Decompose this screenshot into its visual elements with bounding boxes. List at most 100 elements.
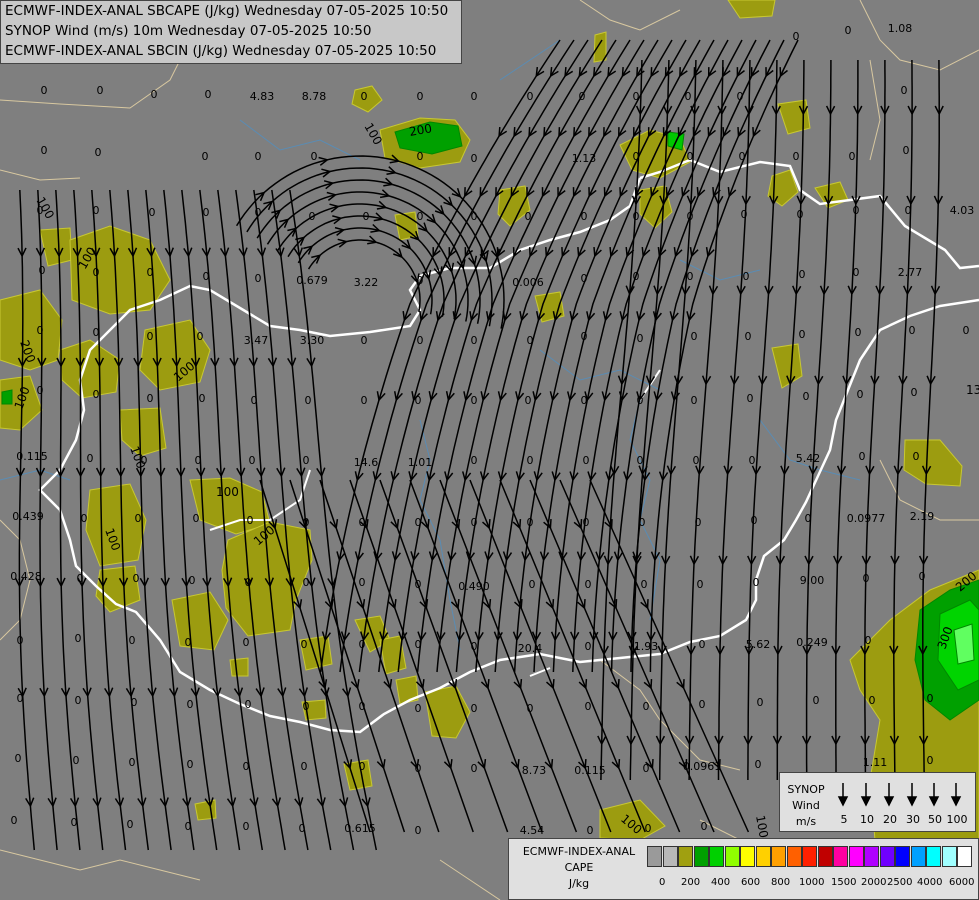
sbcin-value-label: 0 xyxy=(363,210,370,223)
sbcin-value-label: 0 xyxy=(202,150,209,163)
sbcin-value-label: 0 xyxy=(359,760,366,773)
sbcin-value-label: 0 xyxy=(757,696,764,709)
sbcin-value-label: 0 xyxy=(93,388,100,401)
sbcin-value-label: 0 xyxy=(185,820,192,833)
cape-color-swatch xyxy=(724,846,740,867)
sbcin-value-label: 0 xyxy=(583,454,590,467)
sbcin-value-label: 0 xyxy=(859,450,866,463)
cape-tick-label: 1500 xyxy=(831,877,857,888)
sbcin-value-label: 0 xyxy=(525,210,532,223)
cape-color-swatch xyxy=(693,846,709,867)
sbcin-value-label: 0 xyxy=(415,394,422,407)
sbcin-value-label: 0 xyxy=(243,760,250,773)
sbcin-value-label: 0 xyxy=(747,392,754,405)
sbcin-value-label: 0 xyxy=(193,512,200,525)
cape-color-swatch xyxy=(662,846,678,867)
sbcin-value-label: 0 xyxy=(855,326,862,339)
sbcin-value-label: 0 xyxy=(299,822,306,835)
sbcin-value-label: 0 xyxy=(645,822,652,835)
sbcin-value-label: 1.93 xyxy=(634,640,659,653)
cape-color-swatch xyxy=(647,846,662,867)
sbcin-value-label: 0 xyxy=(471,90,478,103)
sbcin-value-label: 0 xyxy=(303,700,310,713)
sbcin-value-label: 0 xyxy=(905,204,912,217)
sbcin-value-label: 0 xyxy=(203,270,210,283)
sbcin-value-label: 0 xyxy=(147,266,154,279)
cape-color-swatch xyxy=(817,846,833,867)
sbcin-value-label: 0 xyxy=(471,516,478,529)
cape-color-swatch xyxy=(910,846,926,867)
sbcin-value-label: 0 xyxy=(585,578,592,591)
sbcin-value-label: 0 xyxy=(415,638,422,651)
sbcin-value-label: 4.03 xyxy=(950,204,975,217)
cape-color-swatch xyxy=(895,846,910,867)
sbcin-value-label: 0 xyxy=(129,756,136,769)
sbcin-value-label: 0 xyxy=(203,206,210,219)
sbcin-value-label: 0 xyxy=(633,90,640,103)
sbcin-value-label: 0 xyxy=(87,452,94,465)
sbcin-value-label: 9.00 xyxy=(800,574,825,587)
sbcin-value-label: 0 xyxy=(687,270,694,283)
sbcin-value-label: 0 xyxy=(359,576,366,589)
sbcin-value-label: 0 xyxy=(701,820,708,833)
sbcin-value-label: 0 xyxy=(93,204,100,217)
sbcin-value-label: 0 xyxy=(853,266,860,279)
sbcin-value-label: 0 xyxy=(637,394,644,407)
sbcin-value-label: 0 xyxy=(311,150,318,163)
sbcin-value-label: 2.77 xyxy=(898,266,923,279)
sbcin-value-label: 0 xyxy=(687,210,694,223)
sbcin-value-label: 0 xyxy=(691,330,698,343)
sbcin-value-label: 0.615 xyxy=(344,822,376,835)
synop-wind-legend: SYNOP Wind m/s 5 10 20 30 50 100 xyxy=(779,772,976,832)
cape-legend-unit: J/kg xyxy=(568,877,590,890)
sbcin-value-label: 0 xyxy=(919,570,926,583)
sbcin-value-label: 0 xyxy=(305,394,312,407)
sbcin-value-label: 0 xyxy=(41,84,48,97)
sbcin-value-label: 0 xyxy=(579,90,586,103)
sbcin-value-label: 0 xyxy=(587,824,594,837)
sbcin-value-label: 0 xyxy=(853,204,860,217)
sbcin-value-label: 0 xyxy=(77,572,84,585)
cape-tick-label: 4000 xyxy=(917,877,943,888)
sbcin-value-label: 0 xyxy=(243,820,250,833)
sbcin-value-label: 0 xyxy=(415,762,422,775)
sbcin-value-label: 0 xyxy=(131,696,138,709)
sbcin-value-label: 0 xyxy=(857,388,864,401)
weather-map: 0 0 0 0 4.83 8.78 0 0 0 0 0 0 0 0 0 1.08 0 0 0 0 0 0 0 0 0 1.13 0 0… xyxy=(0,0,979,900)
sbcin-value-label: 0 xyxy=(199,392,206,405)
sbcin-value-label: 0 xyxy=(249,454,256,467)
sbcin-value-label: 0 xyxy=(803,390,810,403)
sbcin-value-label: 0 xyxy=(359,638,366,651)
sbcin-value-label: 0 xyxy=(699,638,706,651)
sbcin-value-label: 0.249 xyxy=(796,636,828,649)
sbcin-value-label: 0 xyxy=(471,454,478,467)
sbcin-value-label: 0 xyxy=(749,454,756,467)
sbcin-value-label: 0.490 xyxy=(458,580,490,593)
sbcin-value-label: 0 xyxy=(93,326,100,339)
cape-color-swatch xyxy=(740,846,755,867)
sbcin-value-label: 1.13 xyxy=(572,152,597,165)
cape-color-swatch xyxy=(864,846,879,867)
sbcin-value-label: 0 xyxy=(471,394,478,407)
sbcin-value-label: 0 xyxy=(799,328,806,341)
sbcin-value-label: 20.4 xyxy=(518,642,543,655)
sbcin-value-label: 0 xyxy=(361,394,368,407)
cape-color-legend: ECMWF-INDEX-ANAL CAPE J/kg 0 200 400 600 800… xyxy=(508,838,979,900)
sbcin-value-label: 0 xyxy=(243,636,250,649)
sbcin-value-label: 2.19 xyxy=(910,510,935,523)
sbcin-value-label: 0 xyxy=(903,144,910,157)
sbcin-value-label: 0 xyxy=(685,90,692,103)
sbcin-value-label: 0 xyxy=(95,146,102,159)
sbcin-value-label: 0 xyxy=(417,274,424,287)
sbcin-value-label: 0 xyxy=(39,264,46,277)
sbcin-value-label: 1.08 xyxy=(888,22,913,35)
cape-color-swatch xyxy=(709,846,724,867)
sbcin-value-label: 4.83 xyxy=(250,90,275,103)
sbcin-value-label: 3.22 xyxy=(354,276,379,289)
sbcin-value-label: 0 xyxy=(643,762,650,775)
sbcin-value-label: 0 xyxy=(301,760,308,773)
sbcin-value-label: 0 xyxy=(251,394,258,407)
sbcin-value-label: 0 xyxy=(75,632,82,645)
sbcin-value-label: 0 xyxy=(527,516,534,529)
synop-speed: 50 xyxy=(928,813,942,826)
